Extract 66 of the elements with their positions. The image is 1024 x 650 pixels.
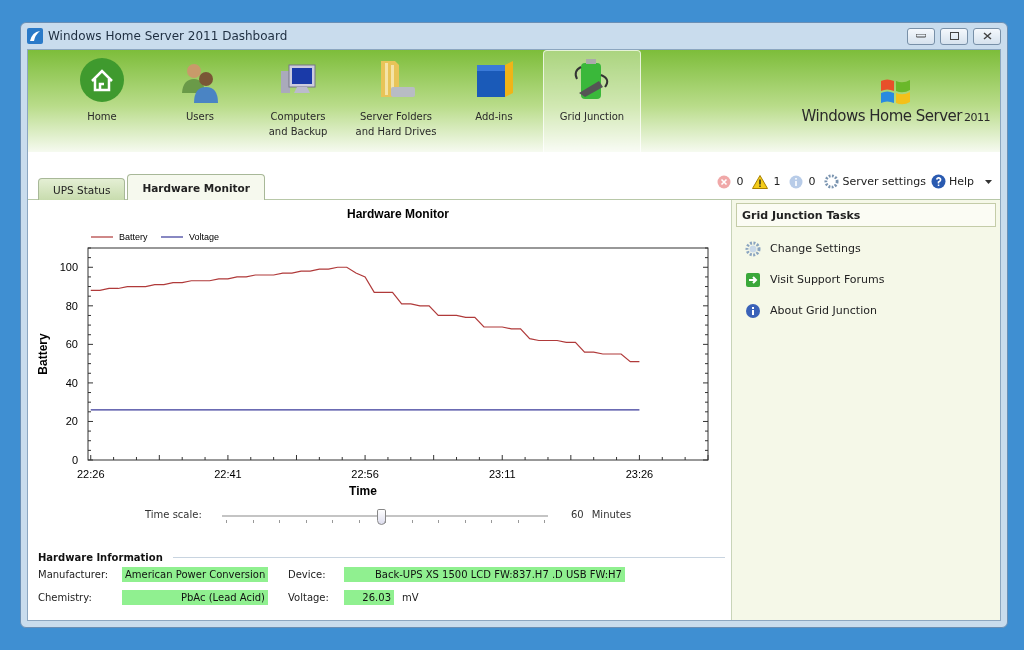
gear-icon — [824, 174, 840, 189]
maximize-icon — [949, 32, 959, 40]
time-scale-label: Time scale: — [145, 509, 203, 520]
help-button[interactable]: Help — [930, 174, 974, 189]
gear-icon — [745, 240, 761, 257]
house-icon — [79, 57, 125, 103]
close-button[interactable] — [973, 27, 1001, 45]
slider-thumb[interactable] — [376, 509, 386, 525]
nav-item[interactable]: Home — [53, 50, 151, 152]
close-icon — [982, 32, 992, 40]
field-label: Voltage: — [288, 592, 330, 603]
field-value: 26.03 — [344, 590, 394, 605]
info-count: 0 — [808, 175, 816, 188]
y-axis-title: Battery — [36, 333, 50, 375]
time-scale-value: 60 — [571, 509, 584, 520]
y-tick-label: 40 — [65, 376, 78, 389]
x-tick-label: 23:11 — [488, 468, 516, 480]
info-icon — [789, 174, 804, 189]
field-value: American Power Conversion — [122, 567, 268, 582]
tab[interactable]: UPS Status — [38, 178, 126, 200]
server-settings-button[interactable]: Server settings — [824, 174, 926, 189]
y-tick-label: 20 — [65, 415, 78, 428]
nav-item[interactable]: Computers and Backup — [249, 50, 347, 152]
maximize-button[interactable] — [940, 27, 968, 45]
field-label: Device: — [288, 569, 327, 580]
x-axis-title: Time — [349, 484, 377, 498]
app-icon — [27, 28, 43, 44]
window-title: Windows Home Server 2011 Dashboard — [48, 29, 289, 43]
section-title: Hardware Information — [38, 552, 163, 563]
nav-item[interactable]: Users — [151, 50, 249, 152]
task-link[interactable]: About Grid Junction — [745, 295, 996, 326]
warning-icon — [752, 174, 769, 189]
x-tick-label: 22:41 — [214, 468, 242, 480]
task-link[interactable]: Visit Support Forums — [745, 264, 996, 295]
x-tick-label: 23:26 — [625, 468, 654, 480]
time-scale-unit: Minutes — [591, 509, 632, 520]
warning-count: 1 — [773, 175, 781, 188]
y-tick-label: 100 — [59, 261, 78, 274]
task-link[interactable]: Change Settings — [745, 233, 996, 264]
field-label: Chemistry: — [38, 592, 93, 603]
legend-label: Voltage — [189, 232, 220, 242]
error-icon — [717, 174, 732, 189]
nav-item[interactable]: Server Folders and Hard Drives — [347, 50, 445, 152]
y-tick-label: 80 — [65, 299, 78, 312]
legend-label: Battery — [119, 232, 148, 242]
y-tick-label: 0 — [71, 454, 78, 466]
error-count: 0 — [736, 175, 744, 188]
nav-item[interactable]: Add-ins — [445, 50, 543, 152]
tab[interactable]: Hardware Monitor — [127, 174, 265, 200]
y-tick-label: 60 — [65, 338, 78, 351]
minimize-button[interactable] — [907, 27, 935, 45]
x-tick-label: 22:26 — [77, 468, 105, 480]
info-icon — [745, 302, 761, 319]
nav-item[interactable]: Grid Junction — [543, 50, 641, 152]
field-value: PbAc (Lead Acid) — [122, 590, 268, 605]
minimize-icon — [916, 34, 926, 38]
windows-flag-logo — [878, 77, 913, 107]
dropdown-caret-icon[interactable] — [985, 179, 992, 184]
field-value: Back-UPS XS 1500 LCD FW:837.H7 .D USB FW:H7 — [344, 567, 625, 582]
x-tick-label: 22:56 — [351, 468, 379, 480]
tasks-header: Grid Junction Tasks — [736, 203, 996, 227]
field-label: Manufacturer: — [38, 569, 110, 580]
help-icon — [930, 174, 946, 189]
chart-title: Hardware Monitor — [347, 207, 449, 221]
brand-name: Windows Home Server2011 — [801, 107, 990, 125]
field-unit: mV — [402, 592, 419, 603]
